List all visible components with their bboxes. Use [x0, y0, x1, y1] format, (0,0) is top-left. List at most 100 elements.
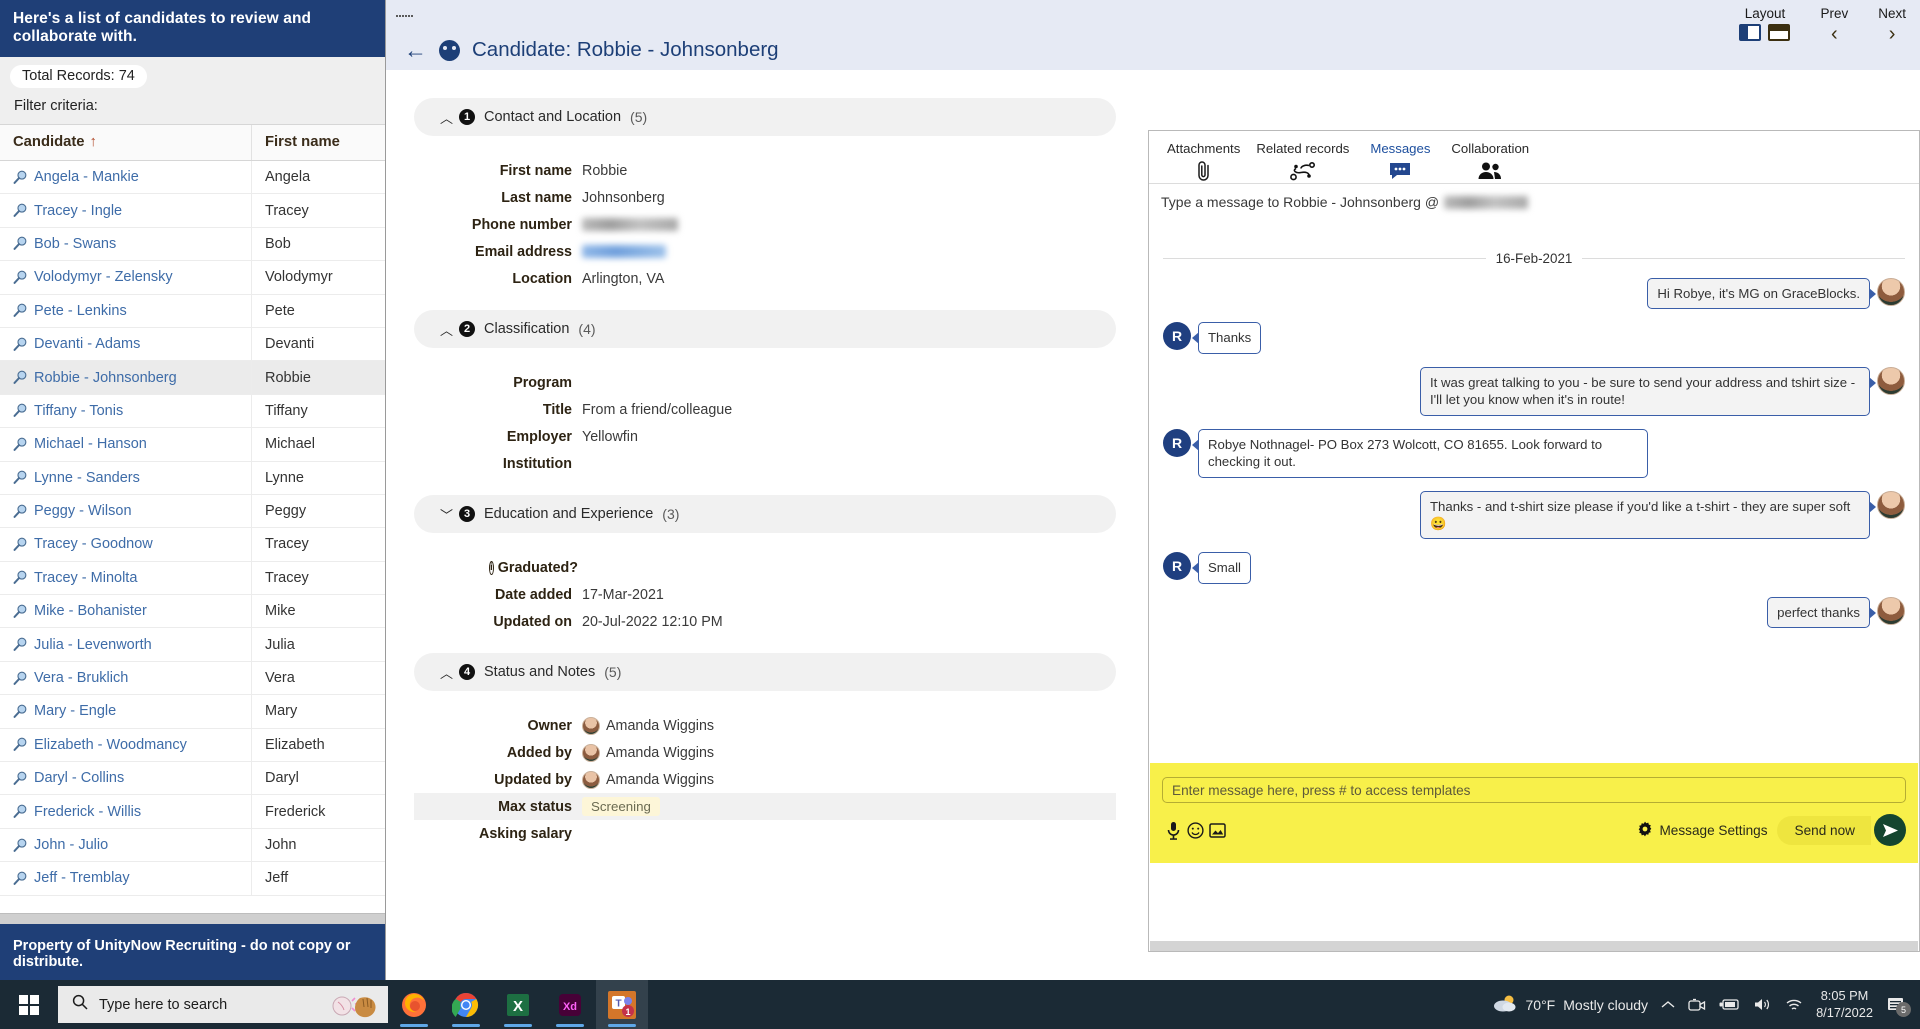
table-row[interactable]: Daryl - Collins Daryl — [0, 762, 385, 796]
info-icon[interactable]: i — [489, 560, 494, 575]
cell-candidate[interactable]: Elizabeth - Woodmancy — [0, 728, 252, 762]
wifi-icon[interactable] — [1785, 998, 1803, 1012]
candidate-link[interactable]: Bob - Swans — [34, 236, 116, 252]
cell-candidate[interactable]: Tiffany - Tonis — [0, 394, 252, 428]
field-value[interactable]: From a friend/colleague — [582, 402, 732, 418]
table-row[interactable]: Julia - Levenworth Julia — [0, 628, 385, 662]
emoji-icon[interactable] — [1184, 819, 1206, 841]
cell-candidate[interactable]: John - Julio — [0, 828, 252, 862]
candidate-link[interactable]: Volodymyr - Zelensky — [34, 269, 173, 285]
cell-candidate[interactable]: Michael - Hanson — [0, 428, 252, 461]
section-header[interactable]: ︿ 1 Contact and Location (5) — [414, 98, 1116, 136]
cell-candidate[interactable]: Volodymyr - Zelensky — [0, 261, 252, 294]
candidate-link[interactable]: Robbie - Johnsonberg — [34, 370, 177, 386]
search-record-icon[interactable] — [13, 537, 28, 552]
cell-candidate[interactable]: Devanti - Adams — [0, 327, 252, 361]
chevron-up-icon[interactable]: ︿ — [440, 108, 453, 127]
message-bubble[interactable]: Robye Nothnagel- PO Box 273 Wolcott, CO … — [1192, 428, 1648, 478]
taskbar-search[interactable]: Type here to search — [58, 986, 388, 1023]
chevron-up-icon[interactable]: ︿ — [440, 663, 453, 682]
table-row[interactable]: Pete - Lenkins Pete — [0, 294, 385, 328]
table-row[interactable]: Frederick - Willis Frederick — [0, 795, 385, 829]
search-record-icon[interactable] — [13, 370, 28, 385]
tab-collaboration[interactable]: Collaboration — [1443, 137, 1537, 183]
candidate-link[interactable]: Angela - Mankie — [34, 169, 139, 185]
search-record-icon[interactable] — [13, 236, 28, 251]
start-button[interactable] — [0, 980, 58, 1029]
cell-candidate[interactable]: Tracey - Minolta — [0, 561, 252, 595]
search-record-icon[interactable] — [13, 470, 28, 485]
table-row[interactable]: Devanti - Adams Devanti — [0, 327, 385, 362]
cell-candidate[interactable]: Julia - Levenworth — [0, 628, 252, 661]
section-header[interactable]: ﹀ 3 Education and Experience (3) — [414, 495, 1116, 533]
tab-messages[interactable]: Messages — [1357, 137, 1443, 183]
show-hidden-icons-chevron[interactable] — [1661, 1000, 1675, 1010]
weather-widget[interactable]: 70°F Mostly cloudy — [1492, 993, 1648, 1016]
search-record-icon[interactable] — [13, 871, 28, 886]
search-record-icon[interactable] — [13, 838, 28, 853]
panel-drag-bar[interactable] — [386, 0, 1920, 35]
field-value[interactable]: Screening — [582, 797, 660, 816]
table-row[interactable]: Vera - Bruklich Vera — [0, 661, 385, 696]
back-arrow-icon[interactable]: ← — [404, 38, 427, 62]
field-value[interactable]: Robbie — [582, 163, 627, 179]
cell-candidate[interactable]: Lynne - Sanders — [0, 461, 252, 494]
field-value[interactable]: Yellowfin — [582, 429, 638, 445]
clock[interactable]: 8:05 PM 8/17/2022 — [1816, 988, 1873, 1022]
search-record-icon[interactable] — [13, 437, 28, 452]
message-settings-button[interactable]: Message Settings — [1637, 821, 1768, 840]
field-value[interactable] — [582, 218, 678, 231]
field-value[interactable]: Arlington, VA — [582, 271, 664, 287]
candidate-link[interactable]: Julia - Levenworth — [34, 637, 152, 653]
camera-icon[interactable] — [1688, 998, 1706, 1012]
message-bubble[interactable]: It was great talking to you - be sure to… — [1420, 366, 1876, 416]
search-record-icon[interactable] — [13, 671, 28, 686]
table-row[interactable]: Robbie - Johnsonberg Robbie — [0, 361, 385, 395]
tab-related-records[interactable]: Related records — [1248, 137, 1357, 183]
table-row[interactable]: Michael - Hanson Michael — [0, 428, 385, 462]
candidate-link[interactable]: Peggy - Wilson — [34, 503, 132, 519]
table-row[interactable]: John - Julio John — [0, 828, 385, 863]
table-row[interactable]: Volodymyr - Zelensky Volodymyr — [0, 261, 385, 295]
candidate-link[interactable]: Mary - Engle — [34, 703, 116, 719]
volume-icon[interactable] — [1754, 997, 1772, 1012]
firefox-icon[interactable] — [388, 980, 440, 1029]
search-record-icon[interactable] — [13, 504, 28, 519]
message-bubble[interactable]: Thanks - and t-shirt size please if you'… — [1420, 490, 1876, 540]
cell-candidate[interactable]: Pete - Lenkins — [0, 294, 252, 327]
message-input[interactable] — [1162, 777, 1906, 803]
field-value[interactable]: Amanda Wiggins — [582, 770, 714, 789]
candidate-link[interactable]: Vera - Bruklich — [34, 670, 128, 686]
field-value[interactable]: Amanda Wiggins — [582, 743, 714, 762]
message-bubble[interactable]: Hi Robye, it's MG on GraceBlocks. — [1647, 278, 1876, 310]
search-record-icon[interactable] — [13, 704, 28, 719]
cell-candidate[interactable]: Vera - Bruklich — [0, 661, 252, 695]
field-value[interactable]: Amanda Wiggins — [582, 716, 714, 735]
chevron-left-icon[interactable]: ‹ — [1831, 24, 1838, 44]
table-row[interactable]: Angela - Mankie Angela — [0, 161, 385, 195]
field-value[interactable]: 17-Mar-2021 — [582, 587, 664, 603]
table-row[interactable]: Mike - Bohanister Mike — [0, 595, 385, 629]
search-record-icon[interactable] — [13, 771, 28, 786]
messages-scrollbar[interactable] — [1150, 941, 1918, 951]
search-record-icon[interactable] — [13, 337, 28, 352]
layout-stack-icon[interactable] — [1768, 24, 1791, 41]
image-icon[interactable] — [1206, 819, 1228, 841]
cell-candidate[interactable]: Peggy - Wilson — [0, 494, 252, 528]
section-header[interactable]: ︿ 4 Status and Notes (5) — [414, 653, 1116, 691]
table-row[interactable]: Tracey - Ingle Tracey — [0, 194, 385, 228]
microphone-icon[interactable] — [1162, 819, 1184, 841]
excel-icon[interactable]: X — [492, 980, 544, 1029]
table-row[interactable]: Bob - Swans Bob — [0, 227, 385, 262]
field-value[interactable]: 20-Jul-2022 12:10 PM — [582, 614, 723, 630]
cell-candidate[interactable]: Angela - Mankie — [0, 161, 252, 194]
cell-candidate[interactable]: Jeff - Tremblay — [0, 862, 252, 895]
chevron-down-icon[interactable]: ﹀ — [440, 505, 453, 524]
message-bubble[interactable]: perfect thanks — [1767, 596, 1876, 629]
candidate-link[interactable]: Elizabeth - Woodmancy — [34, 737, 187, 753]
table-row[interactable]: Tiffany - Tonis Tiffany — [0, 394, 385, 429]
message-bubble[interactable]: Small — [1192, 552, 1251, 584]
send-now-label[interactable]: Send now — [1776, 815, 1871, 845]
search-record-icon[interactable] — [13, 403, 28, 418]
search-record-icon[interactable] — [13, 637, 28, 652]
